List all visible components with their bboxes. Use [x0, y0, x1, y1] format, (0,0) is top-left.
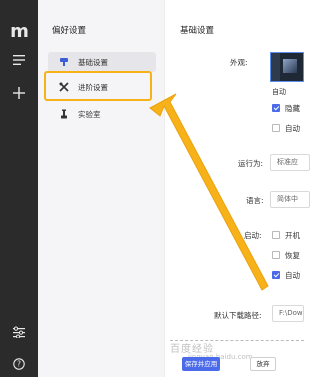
menu-icon[interactable] — [0, 52, 38, 68]
app-logo: m — [10, 20, 29, 42]
sidebar-item-label: 实验室 — [78, 109, 101, 119]
run-as-label: 运行为: — [238, 159, 264, 168]
sidebar-title: 偏好设置 — [52, 26, 87, 36]
sliders-icon[interactable] — [0, 324, 38, 340]
sidebar-item-label: 基础设置 — [78, 57, 108, 67]
language-label: 语言: — [246, 196, 264, 205]
save-apply-button[interactable]: 保存并应用 — [182, 357, 220, 371]
appearance-label: 外观: — [230, 58, 248, 67]
brush-icon — [58, 56, 70, 68]
startup-option-label: 恢复 — [285, 251, 300, 260]
sidebar-item-basic[interactable]: 基础设置 — [48, 52, 156, 72]
download-path-label: 默认下载路径: — [214, 311, 262, 320]
theme-thumbnail[interactable] — [270, 52, 304, 82]
settings-sidebar: 偏好设置 基础设置 进阶设置 实验室 — [38, 0, 165, 377]
language-select[interactable]: 简体中 — [270, 191, 310, 208]
startup-option-checkbox[interactable] — [272, 271, 280, 279]
svg-text:?: ? — [17, 360, 21, 369]
plus-icon[interactable] — [0, 84, 38, 102]
flask-icon — [58, 108, 70, 120]
cancel-button[interactable]: 放弃 — [250, 357, 276, 371]
highlight-box — [44, 71, 152, 101]
appearance-option-label: 隐藏 — [285, 104, 300, 113]
appearance-option-checkbox[interactable] — [272, 124, 280, 132]
app-rail: m ? — [0, 0, 38, 377]
startup-option-label: 开机 — [285, 231, 300, 240]
run-as-select[interactable]: 标准应 — [270, 154, 310, 171]
appearance-option-checkbox[interactable] — [272, 104, 280, 112]
startup-option-checkbox[interactable] — [272, 231, 280, 239]
startup-label: 启动: — [244, 231, 262, 240]
help-icon[interactable]: ? — [0, 355, 38, 373]
appearance-option-label: 自动 — [285, 124, 300, 133]
startup-option-label: 自动 — [285, 271, 300, 280]
theme-thumbnail-caption: 自动 — [272, 88, 286, 96]
sidebar-item-lab[interactable]: 实验室 — [48, 104, 156, 124]
page-title: 基础设置 — [180, 26, 215, 36]
download-path-input[interactable]: F:\Down — [272, 305, 304, 322]
startup-option-checkbox[interactable] — [272, 251, 280, 259]
